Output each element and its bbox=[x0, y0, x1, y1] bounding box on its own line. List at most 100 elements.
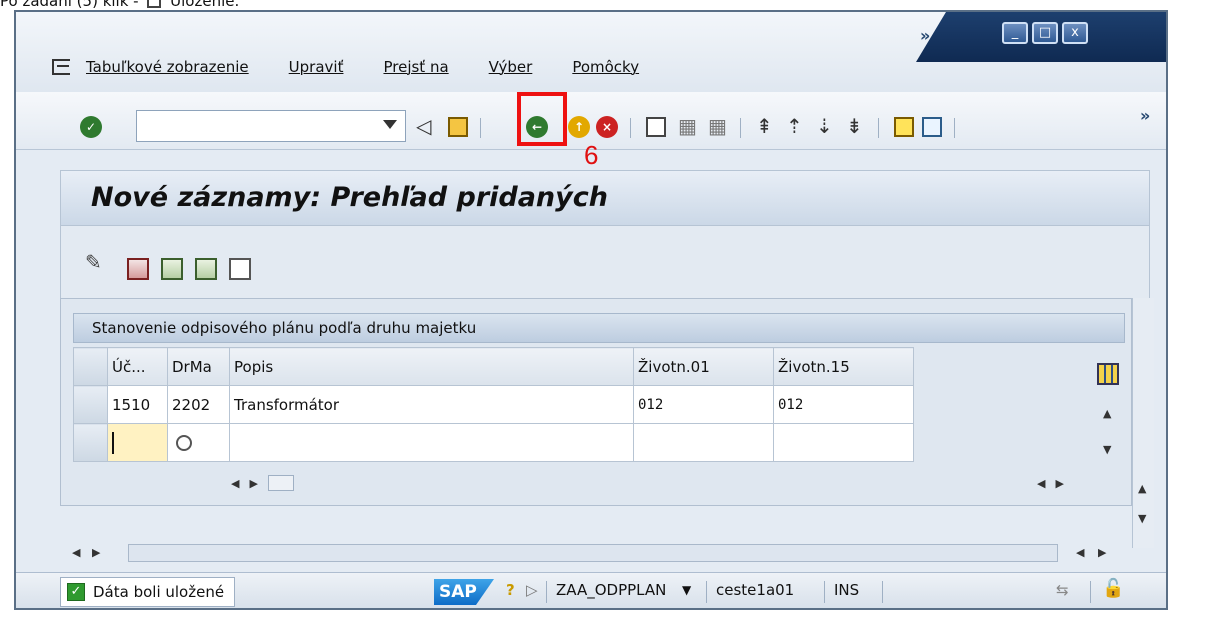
vertical-scrollbar[interactable]: ▲ ▼ bbox=[1132, 298, 1154, 548]
menu-item-selection[interactable]: Výber bbox=[489, 58, 533, 76]
scroll-up-icon[interactable]: ▲ bbox=[1103, 407, 1111, 420]
deselect-all-icon[interactable] bbox=[229, 258, 251, 280]
table-header-row: Úč... DrMa Popis Životn.01 Životn.15 bbox=[73, 347, 914, 386]
table-cell[interactable]: 012 bbox=[773, 385, 914, 424]
find-icon[interactable]: ▦ bbox=[678, 114, 697, 138]
last-page-icon[interactable]: ⇟ bbox=[846, 114, 863, 138]
instruction-caption: Po zadaní (5) klik - Uloženie. bbox=[0, 0, 239, 10]
horizontal-scrollbar: ◀ ▶ ◀ ▶ bbox=[66, 540, 1156, 566]
table-row: 1510 2202 Transformátor 012 012 bbox=[73, 385, 914, 424]
menu-item-edit[interactable]: Upraviť bbox=[289, 58, 344, 76]
change-display-icon[interactable]: ✎ bbox=[85, 250, 102, 274]
minimize-button[interactable]: _ bbox=[1002, 22, 1028, 44]
select-all-icon[interactable] bbox=[161, 258, 183, 280]
table-row bbox=[73, 423, 914, 462]
toolbar-separator bbox=[480, 118, 481, 138]
exit-icon[interactable]: ↑ bbox=[568, 116, 590, 138]
scroll-track[interactable] bbox=[128, 544, 1058, 562]
scroll-right-icon[interactable]: ▶ bbox=[1098, 546, 1106, 559]
column-header[interactable]: Životn.01 bbox=[633, 347, 774, 386]
column-header[interactable]: Popis bbox=[229, 347, 634, 386]
scroll-left-icon[interactable]: ◀ bbox=[72, 546, 80, 559]
previous-page-icon[interactable]: ⇡ bbox=[786, 114, 803, 138]
scroll-up-icon[interactable]: ▲ bbox=[1138, 482, 1146, 495]
step-number: 6 bbox=[584, 140, 599, 170]
menu-item-goto[interactable]: Prejsť na bbox=[383, 58, 448, 76]
column-settings-icon[interactable] bbox=[1097, 363, 1119, 385]
column-header[interactable]: Životn.15 bbox=[773, 347, 914, 386]
sap-logo: SAP bbox=[434, 579, 494, 605]
menu-item-utilities[interactable]: Pomôcky bbox=[572, 58, 639, 76]
horizontal-scroll-fixed: ◀ ▶ bbox=[231, 471, 294, 495]
find-next-icon[interactable]: ▦ bbox=[708, 114, 727, 138]
table-cell[interactable]: 012 bbox=[633, 385, 774, 424]
maximize-button[interactable]: □ bbox=[1032, 22, 1058, 44]
back-triangle-icon[interactable]: ◁ bbox=[416, 114, 431, 138]
user-name: ceste1a01 bbox=[716, 581, 795, 599]
status-message[interactable]: ✓ Dáta boli uložené bbox=[60, 577, 236, 607]
text-cursor bbox=[112, 431, 114, 454]
expand-status-icon[interactable]: ▷ bbox=[526, 581, 538, 599]
select-block-icon[interactable] bbox=[195, 258, 217, 280]
input-cell[interactable] bbox=[229, 423, 634, 462]
next-page-icon[interactable]: ⇣ bbox=[816, 114, 833, 138]
lock-icon[interactable]: 🔓 bbox=[1102, 578, 1124, 599]
table-cell[interactable]: Transformátor bbox=[229, 385, 634, 424]
status-message-text: Dáta boli uložené bbox=[93, 583, 225, 601]
row-selector[interactable] bbox=[73, 385, 108, 424]
table-group: Stanovenie odpisového plánu podľa druhu … bbox=[60, 298, 1132, 506]
shortcut-icon[interactable] bbox=[922, 117, 942, 137]
input-cell[interactable] bbox=[107, 423, 168, 462]
title-strip: » _ □ x Tabuľkové zobrazenie Upraviť Pre… bbox=[16, 12, 1166, 92]
table-cell[interactable]: 1510 bbox=[107, 385, 168, 424]
sap-window: » _ □ x Tabuľkové zobrazenie Upraviť Pre… bbox=[14, 10, 1168, 610]
row-selector[interactable] bbox=[73, 423, 108, 462]
horizontal-scroll-columns: ◀ ▶ bbox=[1037, 471, 1064, 495]
scroll-left-icon[interactable]: ◀ bbox=[1076, 546, 1084, 559]
delete-entry-icon[interactable] bbox=[127, 258, 149, 280]
data-table: Úč... DrMa Popis Životn.01 Životn.15 151… bbox=[73, 347, 914, 462]
transaction-code[interactable]: ZAA_ODPPLAN bbox=[556, 581, 666, 599]
scroll-down-icon[interactable]: ▼ bbox=[1138, 512, 1146, 525]
scroll-left-icon[interactable]: ◀ bbox=[231, 477, 239, 490]
scroll-left-icon[interactable]: ◀ bbox=[1037, 477, 1045, 490]
first-page-icon[interactable]: ⇞ bbox=[756, 114, 773, 138]
status-separator bbox=[546, 581, 547, 603]
close-window-button[interactable]: x bbox=[1062, 22, 1088, 44]
search-help-icon[interactable] bbox=[176, 435, 192, 451]
chevron-down-icon[interactable] bbox=[383, 120, 397, 129]
status-separator bbox=[824, 581, 825, 603]
scroll-right-icon[interactable]: ▶ bbox=[249, 477, 257, 490]
status-bar: ✓ Dáta boli uložené SAP ? ▷ ZAA_ODPPLAN … bbox=[16, 572, 1166, 608]
caption-tail: Uloženie. bbox=[170, 0, 240, 10]
menu-icon[interactable] bbox=[52, 59, 70, 75]
scroll-down-icon[interactable]: ▼ bbox=[1103, 443, 1111, 456]
save-icon[interactable] bbox=[448, 117, 468, 137]
table-cell[interactable]: 2202 bbox=[167, 385, 230, 424]
select-all-cell[interactable] bbox=[73, 347, 108, 386]
input-cell[interactable] bbox=[167, 423, 230, 462]
print-icon[interactable] bbox=[646, 117, 666, 137]
chevron-down-icon[interactable]: ▼ bbox=[682, 583, 691, 597]
scroll-thumb[interactable] bbox=[267, 475, 294, 491]
column-header[interactable]: DrMa bbox=[167, 347, 230, 386]
scroll-right-icon[interactable]: ▶ bbox=[1055, 477, 1063, 490]
help-icon[interactable]: ? bbox=[506, 581, 515, 599]
layout-icon[interactable]: ⇆ bbox=[1056, 581, 1069, 599]
command-field[interactable] bbox=[136, 110, 406, 142]
status-separator bbox=[1090, 581, 1091, 603]
application-toolbar: ✎ bbox=[60, 226, 1150, 300]
save-icon-inline bbox=[147, 0, 162, 8]
new-session-icon[interactable] bbox=[894, 117, 914, 137]
toolbar-separator bbox=[954, 118, 955, 138]
enter-check-icon[interactable]: ✓ bbox=[80, 116, 102, 138]
toolbar-overflow-icon[interactable]: » bbox=[1140, 106, 1150, 125]
menu-item-tabular-view[interactable]: Tabuľkové zobrazenie bbox=[86, 58, 249, 76]
insert-mode[interactable]: INS bbox=[834, 581, 859, 599]
cancel-icon[interactable]: × bbox=[596, 116, 618, 138]
input-cell[interactable] bbox=[773, 423, 914, 462]
input-cell[interactable] bbox=[633, 423, 774, 462]
column-header[interactable]: Úč... bbox=[107, 347, 168, 386]
scroll-right-icon[interactable]: ▶ bbox=[92, 546, 100, 559]
toolbar-separator bbox=[740, 118, 741, 138]
